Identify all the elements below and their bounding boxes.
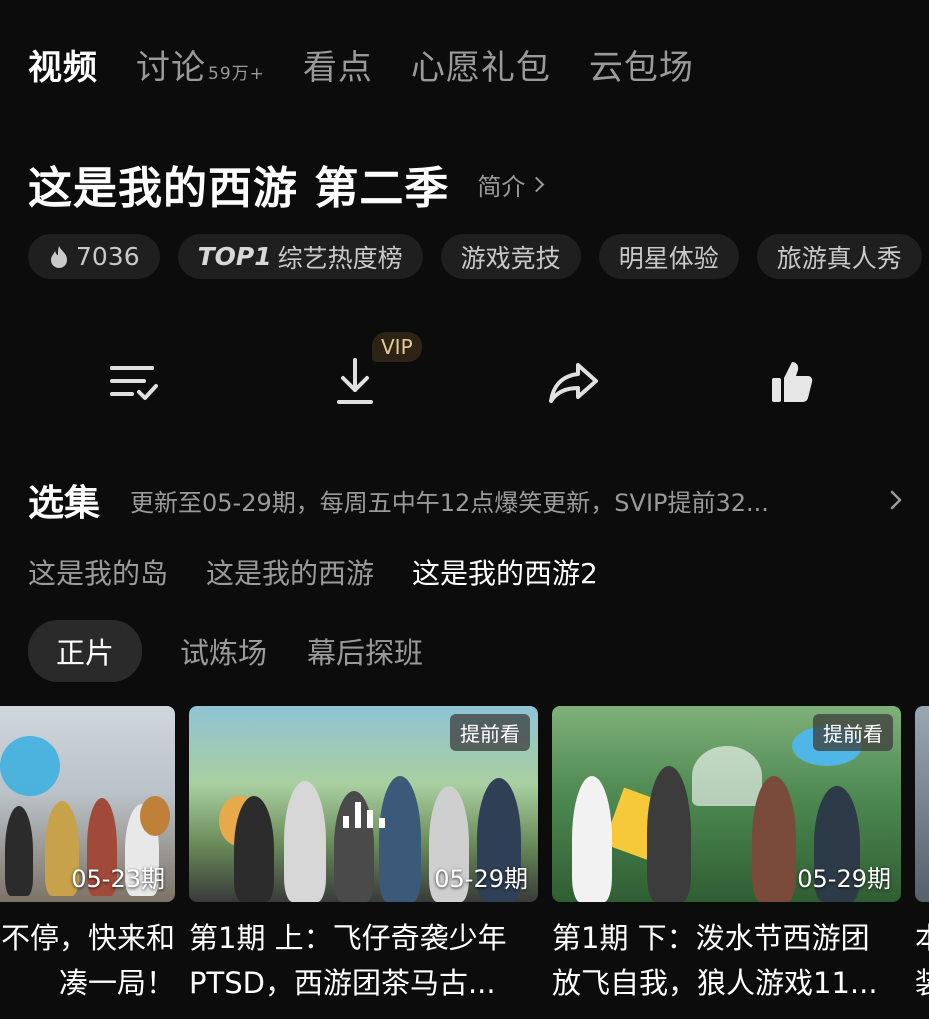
early-access-badge: 提前看 [450, 714, 530, 751]
tab-label: 看点 [302, 48, 373, 88]
subtab-behind-scenes[interactable]: 幕后探班 [307, 630, 423, 672]
episodes-title: 选集 [28, 483, 101, 524]
playing-indicator-icon [343, 802, 385, 828]
title-row: 这是我的西游 第二季 简介 [28, 152, 545, 216]
episode-thumbnail: 提前看 05-29期 [552, 706, 901, 902]
chevron-right-icon [529, 176, 545, 192]
season-item[interactable]: 这是我的岛 [28, 552, 168, 592]
share-icon [549, 363, 598, 403]
episode-title-line: 第1期 上：飞仔奇袭少年 [189, 921, 507, 955]
episodes-header[interactable]: 选集 更新至05-29期，每周五中午12点爆笑更新，SVIP提前32... [28, 474, 908, 526]
tab-label: 心愿礼包 [410, 48, 551, 88]
tab-label: 云包场 [588, 48, 694, 88]
episode-date: 05-23期 [71, 865, 165, 893]
chevron-right-icon [884, 488, 908, 512]
content-subtabs: 正片 试炼场 幕后探班 [28, 620, 463, 682]
tab-label: 视频 [28, 48, 98, 88]
playlist-button[interactable] [104, 352, 164, 412]
episode-card[interactable]: 提前看 05-29期 第1期 上：飞仔奇袭少年 PTSD，西游团茶马古... [189, 706, 538, 1006]
episode-title-line: 放飞自我，狼人游戏11... [552, 966, 878, 1000]
episode-title-line: 本 [915, 916, 929, 961]
like-button[interactable] [762, 352, 822, 412]
intro-link[interactable]: 简介 [477, 167, 545, 202]
rank-label: 综艺热度榜 [277, 243, 403, 273]
episode-title-line: 装 [915, 961, 929, 1006]
episode-card[interactable]: 本 装 [915, 706, 929, 1006]
flame-icon [51, 245, 67, 268]
subtab-trial[interactable]: 试炼场 [180, 630, 267, 672]
show-title: 这是我的西游 第二季 [28, 163, 450, 214]
episode-list: 05-23期 不停，快来和 凑一局！ 提前看 05-29期 第1期 上：飞仔奇袭… [0, 706, 929, 1019]
episode-card[interactable]: 提前看 05-29期 第1期 下：泼水节西游团 放飞自我，狼人游戏11... [552, 706, 901, 1006]
subtab-main[interactable]: 正片 [28, 620, 143, 682]
genre-tag[interactable]: 旅游真人秀 [756, 234, 922, 279]
playlist-icon [110, 366, 158, 400]
episode-thumbnail [915, 706, 929, 902]
tab-discussion[interactable]: 讨论 59万+ [136, 40, 265, 89]
top-tabs: 视频 讨论 59万+ 看点 心愿礼包 云包场 [28, 40, 732, 89]
episode-date: 05-29期 [434, 865, 528, 893]
episodes-subtitle: 更新至05-29期，每周五中午12点爆笑更新，SVIP提前32... [130, 488, 769, 517]
discussion-count: 59万+ [208, 64, 265, 84]
heat-tag[interactable]: 7036 [28, 234, 160, 279]
episode-thumbnail: 提前看 05-29期 [189, 706, 538, 902]
episode-title-line: 凑一局！ [58, 966, 175, 1000]
action-bar: VIP [0, 332, 929, 432]
vip-badge: VIP [372, 332, 422, 362]
tab-video[interactable]: 视频 [28, 40, 98, 89]
genre-tag[interactable]: 明星体验 [598, 234, 739, 279]
tag-row: 7036 TOP1 综艺热度榜 游戏竞技 明星体验 旅游真人秀 [28, 234, 922, 279]
early-access-badge: 提前看 [813, 714, 893, 751]
tab-highlights[interactable]: 看点 [303, 40, 373, 89]
heat-value: 7036 [76, 242, 140, 271]
season-item-active[interactable]: 这是我的西游2 [412, 552, 598, 592]
rank-prefix: TOP1 [197, 242, 272, 271]
genre-tag[interactable]: 游戏竞技 [440, 234, 581, 279]
season-item[interactable]: 这是我的西游 [206, 552, 374, 592]
rank-tag[interactable]: TOP1 综艺热度榜 [177, 234, 423, 279]
intro-label: 简介 [477, 172, 526, 201]
episode-thumbnail: 05-23期 [0, 706, 175, 902]
tab-cloud-screening[interactable]: 云包场 [589, 40, 694, 89]
tab-wish-gift[interactable]: 心愿礼包 [411, 40, 551, 89]
episode-title-line: 第1期 下：泼水节西游团 [552, 921, 870, 955]
share-button[interactable] [543, 352, 603, 412]
download-icon [337, 358, 373, 404]
tab-label: 讨论 [136, 48, 206, 88]
episode-title-line: PTSD，西游团茶马古... [189, 966, 496, 1000]
season-selector: 这是我的岛 这是我的西游 这是我的西游2 [28, 552, 598, 592]
episode-card[interactable]: 05-23期 不停，快来和 凑一局！ [0, 706, 175, 1006]
episode-title-line: 不停，快来和 [0, 921, 175, 955]
episode-date: 05-29期 [797, 865, 891, 893]
like-icon [772, 362, 813, 402]
